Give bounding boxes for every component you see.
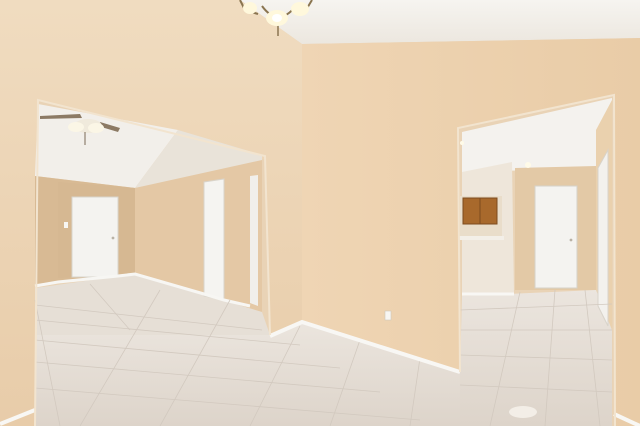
floor-reflection — [509, 406, 537, 418]
ceiling-light-icon — [460, 141, 464, 145]
door-knob — [111, 236, 115, 240]
hall-door[interactable] — [534, 185, 578, 289]
wall-outlet[interactable] — [384, 310, 392, 321]
left-room-door-frame — [250, 175, 258, 306]
door-knob — [569, 238, 573, 242]
left-room-door-back[interactable] — [71, 196, 119, 278]
kitchen-counter — [458, 236, 504, 240]
hall-side-door[interactable] — [597, 148, 609, 327]
left-room-door-side[interactable] — [203, 178, 225, 301]
hall-floor — [460, 290, 612, 426]
room-photo — [0, 0, 640, 426]
ceiling-light-icon — [525, 162, 531, 168]
light-switch[interactable] — [64, 222, 68, 228]
